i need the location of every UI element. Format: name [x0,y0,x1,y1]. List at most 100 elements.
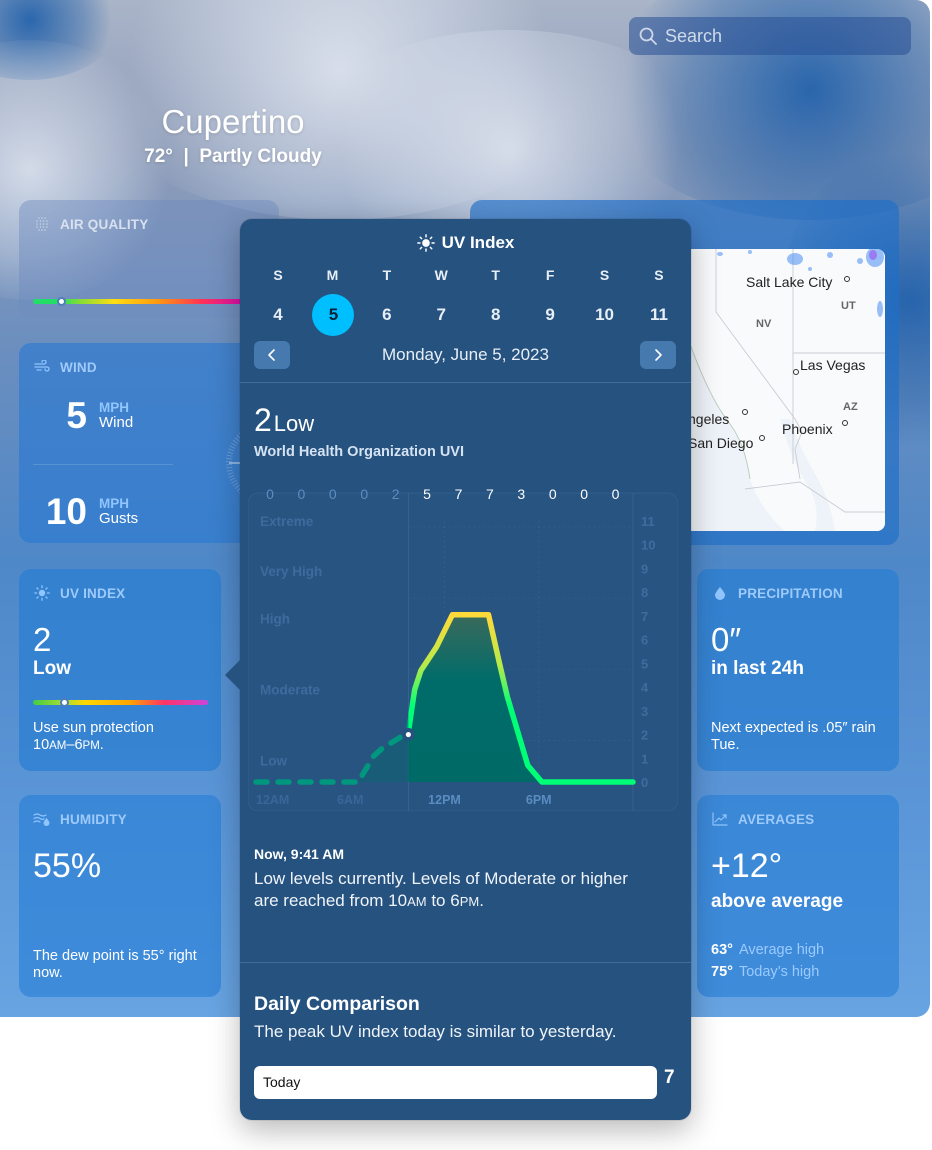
search-placeholder: Search [665,25,723,46]
weekday-label: M [326,267,339,283]
averages-sub: above average [711,891,844,912]
date-day-selected[interactable]: 5 [312,294,355,340]
uv-desc-line2: 10AM–6PM. [33,737,154,754]
uv-desc-line1: Use sun protection [33,720,154,736]
y-tick-label: 1 [641,751,648,766]
weekday-label: T [382,267,392,283]
hourly-uv-label: 0 [360,486,368,502]
y-tick-label: 0 [641,775,648,790]
average-high-label: Average high [738,942,825,958]
raindrop-icon [711,585,729,601]
uv-index-scale-bar [33,698,208,707]
map-label-las-vegas: Las Vegas [800,357,866,373]
date-day[interactable]: 4 [258,298,298,340]
precipitation-title: PRECIPITATION [738,585,843,601]
date-day[interactable]: 9 [530,298,570,340]
wind-icon [33,359,51,375]
weekday-label: F [545,267,555,283]
y-tick-label: 11 [641,514,655,529]
y-tick-label: 5 [641,656,648,671]
y-tick-label: 3 [641,704,648,719]
wind-speed-label: Wind [99,414,134,432]
date-number: 10 [595,305,614,324]
wind-header: WIND [33,359,97,375]
city-marker [759,435,765,441]
now-desc-am: AM [407,894,427,910]
now-desc-end: . [479,891,484,911]
sun-icon [33,585,51,601]
popover-divider [240,962,691,963]
today-high-value: 75° [711,964,733,980]
date-day[interactable]: 8 [476,298,516,340]
map-label-los-angeles: ngeles [690,411,730,427]
search-icon [639,27,657,45]
x-tick-label: 12PM [428,793,461,807]
uv-index-card[interactable]: UV INDEX 2 Low Use sun protection 10AM–6… [19,569,221,771]
uv-category-label: Moderate [260,682,321,697]
popover-divider [240,382,691,383]
averages-card[interactable]: AVERAGES +12° above average 63° Average h… [697,795,899,997]
precipitation-map[interactable]: Salt Lake City UT NV Las Vegas AZ ngeles… [690,249,885,531]
hourly-uv-label: 0 [612,486,620,502]
current-uv: 2 Low [254,402,314,439]
x-tick-label: 6PM [526,793,552,807]
date-day[interactable]: 10 [585,298,625,340]
city-marker [844,276,850,282]
uv-index-header: UV INDEX [33,585,125,601]
x-tick-label: 6AM [337,793,363,807]
hourly-uv-label: 0 [266,486,274,502]
hourly-uv-label: 0 [549,486,557,502]
date-number: 8 [490,305,501,324]
uv-index-chart[interactable]: Low Moderate High Very High Extreme 0 0 0 0 2 5 7 7… [248,481,678,811]
uv-scale-name: World Health Organization UVI [254,444,464,460]
y-tick-label: 10 [641,538,655,553]
precipitation-description: Next expected is .05″ rain Tue. [711,720,876,754]
current-uv-value: 2 [254,402,272,438]
precipitation-card[interactable]: PRECIPITATION 0″ in last 24h Next expect… [697,569,899,771]
humidity-card[interactable]: HUMIDITY 55% The dew point is 55° right … [19,795,221,997]
hourly-uv-label: 0 [580,486,588,502]
air-quality-header: AIR QUALITY [33,216,148,232]
uv-category-label: Very High [260,564,322,579]
wind-gust-row: 10 MPH Gusts [39,491,138,533]
uv-index-title: UV INDEX [60,585,126,601]
next-day-button[interactable] [640,341,676,369]
date-number: 7 [436,305,446,324]
chevron-right-icon [655,349,662,361]
city-marker [742,409,748,415]
today-high-label: Today’s high [738,964,820,980]
now-desc-mid: to 6 [426,891,460,911]
daily-comparison-description: The peak UV index today is similar to ye… [254,1022,617,1041]
selected-date-label: Monday, June 5, 2023 [382,345,549,364]
popover-title-text: UV Index [441,233,515,252]
date-day[interactable]: 7 [421,298,461,340]
date-day[interactable]: 6 [367,298,407,340]
averages-header: AVERAGES [711,811,814,827]
y-tick-label: 4 [641,680,649,695]
today-comparison-bar: Today [254,1066,657,1099]
y-tick-label: 2 [641,728,648,743]
air-quality-title: AIR QUALITY [60,216,149,232]
weekday-label: T [491,267,500,283]
uv-index-popover: UV Index S M T W T F S S 4 5 6 7 8 9 10 … [225,219,691,1120]
date-day[interactable]: 11 [639,298,679,340]
wind-gust-value: 10 [45,491,87,532]
weekday-label: S [599,267,610,283]
search-field[interactable]: Search [629,17,911,55]
date-number: 5 [312,294,355,336]
current-uv-category: Low [273,411,315,436]
date-number: 9 [545,305,555,324]
wind-divider [33,464,173,465]
city-name: Cupertino [161,103,305,140]
y-tick-label: 6 [641,633,648,648]
date-number: 6 [382,305,392,324]
city-marker [793,369,799,375]
map-label-nv: NV [756,318,772,330]
popover-title: UV Index [240,233,691,253]
uv-desc-end: –6 [66,737,83,754]
date-number: 11 [649,305,668,324]
wind-speed-value: 5 [66,395,87,436]
humidity-icon [33,811,51,827]
now-desc-pm: PM [459,894,480,910]
average-high-row: 63° Average high [711,942,824,958]
